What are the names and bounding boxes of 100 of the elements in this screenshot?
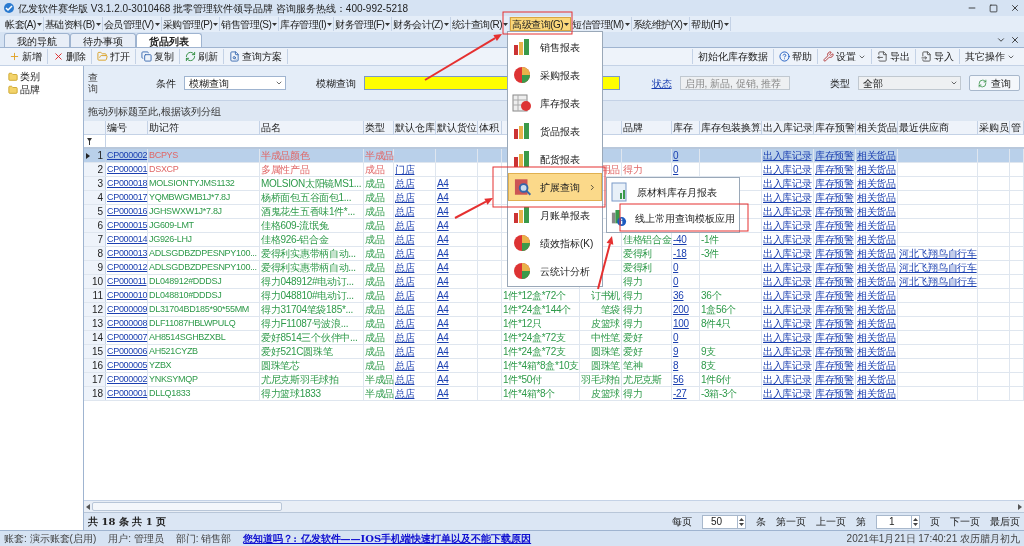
menu-entry[interactable]: 库存报表 — [508, 89, 602, 117]
table-link[interactable]: CP000001 — [107, 163, 148, 176]
table-link[interactable]: CP000010 — [107, 289, 148, 302]
column-header[interactable]: 库存 — [672, 121, 700, 134]
table-link[interactable]: 相关货品 — [857, 163, 896, 176]
doc-tab[interactable]: 我的导航 — [4, 33, 70, 47]
table-link[interactable]: A4 — [437, 275, 449, 288]
row-number[interactable]: 14 — [84, 331, 106, 344]
table-link[interactable]: 相关货品 — [857, 345, 896, 358]
table-link[interactable]: 总店 — [395, 275, 415, 288]
menu-entry[interactable]: 线上常用查询模板应用 — [607, 205, 739, 231]
column-header[interactable]: 类型 — [364, 121, 394, 134]
menu-item[interactable]: 库存管理(I) — [279, 17, 335, 31]
column-header[interactable]: 品牌 — [622, 121, 672, 134]
table-link[interactable]: 出入库记录 — [763, 261, 812, 274]
spinner-icon[interactable] — [737, 515, 745, 528]
table-link[interactable]: 库存预警 — [815, 177, 854, 190]
table-link[interactable]: 总店 — [395, 387, 415, 400]
table-link[interactable]: 总店 — [395, 177, 415, 190]
menu-item[interactable]: 帐套(A) — [4, 17, 44, 31]
table-link[interactable]: A4 — [437, 219, 449, 232]
column-header[interactable]: 品名 — [260, 121, 364, 134]
doc-tab[interactable]: 待办事项 — [70, 33, 136, 47]
toolbar-button[interactable]: 复制 — [136, 49, 180, 64]
toolbar-button[interactable]: 新增 — [4, 49, 48, 64]
menu-item[interactable]: 基础资料(B) — [43, 17, 103, 31]
query-button[interactable]: 查询 — [969, 75, 1020, 91]
table-link[interactable]: 出入库记录 — [763, 233, 812, 246]
table-link[interactable]: 出入库记录 — [763, 331, 812, 344]
toolbar-button[interactable]: 查询方案 — [224, 49, 288, 64]
table-link[interactable]: 库存预警 — [815, 247, 854, 260]
table-link[interactable]: 总店 — [395, 331, 415, 344]
table-link[interactable]: 相关货品 — [857, 149, 896, 162]
toolbar-button[interactable]: 导出 — [871, 49, 915, 64]
table-link[interactable]: 相关货品 — [857, 359, 896, 372]
condition-select[interactable]: 模糊查询 — [184, 76, 286, 90]
table-link[interactable]: CP000009 — [107, 303, 148, 316]
table-link[interactable]: CP000005 — [107, 359, 148, 372]
table-link[interactable]: 出入库记录 — [763, 149, 812, 162]
table-link[interactable]: 总店 — [395, 247, 415, 260]
table-link[interactable]: 出入库记录 — [763, 205, 812, 218]
menu-item[interactable]: 财务会计(Z) — [392, 17, 451, 31]
menu-entry[interactable]: 销售报表 — [508, 33, 602, 61]
row-number[interactable]: 10 — [84, 275, 106, 288]
row-number[interactable]: 7 — [84, 233, 106, 246]
table-link[interactable]: 总店 — [395, 289, 415, 302]
table-link[interactable]: 库存预警 — [815, 345, 854, 358]
table-link[interactable]: 出入库记录 — [763, 219, 812, 232]
toolbar-button[interactable]: 删除 — [48, 49, 92, 64]
table-link[interactable]: 0 — [673, 149, 679, 162]
row-number[interactable]: 9 — [84, 261, 106, 274]
row-number[interactable]: 5 — [84, 205, 106, 218]
table-link[interactable]: 库存预警 — [815, 163, 854, 176]
table-link[interactable]: 0 — [673, 261, 679, 274]
table-link[interactable]: 相关货品 — [857, 289, 896, 302]
table-link[interactable]: 库存预警 — [815, 219, 854, 232]
table-link[interactable]: 相关货品 — [857, 233, 896, 246]
spinner-icon[interactable] — [911, 515, 919, 528]
table-link[interactable]: CP000015 — [107, 219, 148, 232]
menu-entry[interactable]: 原材料库存月报表 — [607, 179, 739, 205]
table-link[interactable]: 库存预警 — [815, 233, 854, 246]
table-link[interactable]: 出入库记录 — [763, 359, 812, 372]
table-link[interactable]: 河北飞翔鸟自行车 — [899, 247, 977, 260]
table-link[interactable]: A4 — [437, 191, 449, 204]
table-link[interactable]: CP000007 — [107, 331, 148, 344]
tree-item[interactable]: 品牌 — [8, 83, 83, 96]
toolbar-button[interactable]: 导入 — [915, 49, 959, 64]
menu-entry[interactable]: 配货报表 — [508, 145, 602, 173]
table-link[interactable]: 相关货品 — [857, 373, 896, 386]
table-link[interactable]: 出入库记录 — [763, 373, 812, 386]
close-icon[interactable] — [1010, 35, 1020, 45]
table-link[interactable]: 库存预警 — [815, 205, 854, 218]
table-link[interactable]: A4 — [437, 317, 449, 330]
row-number[interactable]: 3 — [84, 177, 106, 190]
table-link[interactable]: 库存预警 — [815, 331, 854, 344]
row-number[interactable]: 16 — [84, 359, 106, 372]
table-link[interactable]: -40 — [673, 233, 687, 246]
table-link[interactable]: 库存预警 — [815, 303, 854, 316]
row-number[interactable]: 15 — [84, 345, 106, 358]
table-link[interactable]: 出入库记录 — [763, 317, 812, 330]
table-link[interactable]: A4 — [437, 331, 449, 344]
row-number[interactable]: 11 — [84, 289, 106, 302]
table-link[interactable]: 总店 — [395, 219, 415, 232]
doc-tab[interactable]: 货品列表 — [136, 33, 202, 47]
table-link[interactable]: 总店 — [395, 345, 415, 358]
column-header[interactable]: 最近供应商 — [898, 121, 978, 134]
table-link[interactable]: 200 — [673, 303, 689, 316]
row-number[interactable]: 6 — [84, 219, 106, 232]
table-link[interactable]: 总店 — [395, 261, 415, 274]
table-link[interactable]: 相关货品 — [857, 191, 896, 204]
menu-item[interactable]: 会员管理(V) — [102, 17, 162, 31]
row-number[interactable]: 4 — [84, 191, 106, 204]
table-link[interactable]: 出入库记录 — [763, 345, 812, 358]
table-link[interactable]: CP000012 — [107, 261, 148, 274]
table-link[interactable]: 出入库记录 — [763, 163, 812, 176]
table-link[interactable]: 出入库记录 — [763, 387, 812, 400]
table-link[interactable]: CP000006 — [107, 345, 148, 358]
table-link[interactable]: 门店 — [395, 163, 415, 176]
column-header[interactable]: 出入库记录 — [762, 121, 814, 134]
table-link[interactable]: A4 — [437, 289, 449, 302]
